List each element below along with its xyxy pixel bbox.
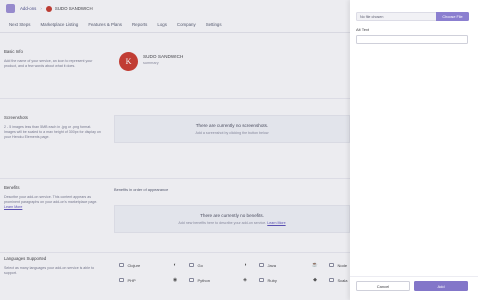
file-picker[interactable]: No file chosen Choose File xyxy=(356,12,469,21)
modal-backdrop[interactable] xyxy=(0,0,350,300)
add-button[interactable]: Add xyxy=(414,281,468,291)
add-screenshot-panel: No file chosen Choose File Alt Text Canc… xyxy=(350,0,478,300)
cancel-button[interactable]: Cancel xyxy=(356,281,410,291)
file-status: No file chosen xyxy=(356,12,436,21)
alt-text-label: Alt Text xyxy=(356,27,370,32)
alt-text-input[interactable] xyxy=(356,35,468,44)
panel-footer: Cancel Add xyxy=(350,276,478,300)
choose-file-button[interactable]: Choose File xyxy=(436,12,469,21)
